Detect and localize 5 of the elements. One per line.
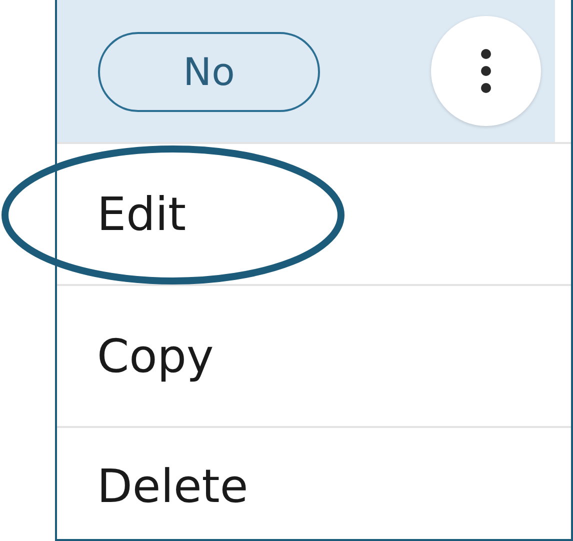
menu-item[interactable]: Copy: [97, 329, 214, 383]
menu-item[interactable]: Delete: [97, 458, 248, 512]
more-icon: [479, 48, 493, 94]
menu-item[interactable]: Edit: [97, 187, 186, 241]
status-pill: No: [98, 32, 320, 112]
